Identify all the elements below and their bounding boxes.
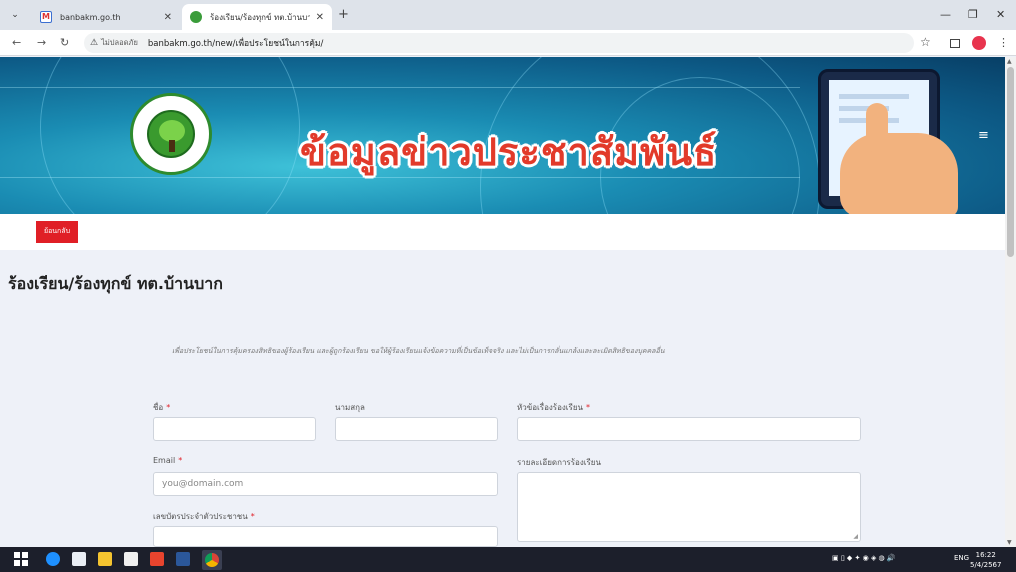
tab-banbakm[interactable]: M banbakm.go.th ✕	[32, 4, 180, 30]
last-name-label-text: นามสกุล	[335, 403, 365, 412]
side-panel-icon[interactable]	[950, 39, 960, 48]
clock[interactable]: 16:22 5/4/2567	[970, 550, 1001, 570]
subject-input[interactable]	[517, 417, 861, 441]
clock-date: 5/4/2567	[970, 561, 1002, 569]
details-textarea[interactable]: ◢	[517, 472, 861, 542]
finger-illustration	[866, 103, 888, 153]
back-button[interactable]: ย้อนกลับ	[36, 221, 78, 243]
store-icon[interactable]	[124, 552, 138, 566]
scroll-down-icon[interactable]: ▼	[1007, 539, 1012, 546]
url-text[interactable]: banbakm.go.th/new/เพื่อประโยชน์ในการคุ้ม…	[148, 36, 324, 50]
gmail-favicon-icon: M	[40, 11, 52, 23]
tab-title: banbakm.go.th	[60, 12, 121, 22]
mail-icon[interactable]	[72, 552, 86, 566]
hamburger-menu-icon[interactable]: ≡	[978, 128, 989, 143]
scroll-up-icon[interactable]: ▲	[1007, 58, 1012, 65]
intro-text: เพื่อประโยชน์ในการคุ้มครองสิทธิของผู้ร้อ…	[172, 347, 665, 355]
last-name-label: นามสกุล	[335, 401, 365, 414]
decor-line	[0, 87, 800, 88]
tab-search-icon[interactable]: ⌄	[8, 8, 22, 22]
id-card-label-text: เลขบัตรประจำตัวประชาชน	[153, 512, 248, 521]
required-mark: *	[178, 456, 183, 465]
details-label-text: รายละเอียดการร้องเรียน	[517, 458, 601, 467]
header-banner: ข้อมูลข่าวประชาสัมพันธ์ ≡	[0, 57, 1005, 214]
minimize-icon[interactable]: —	[940, 8, 951, 21]
scroll-thumb[interactable]	[1007, 67, 1014, 257]
municipality-seal-logo	[130, 93, 212, 175]
forward-arrow-icon[interactable]: →	[37, 36, 46, 49]
edge-icon[interactable]	[46, 552, 60, 566]
file-explorer-icon[interactable]	[98, 552, 112, 566]
page-title: ร้องเรียน/ร้องทุกข์ ทต.บ้านบาก	[8, 274, 223, 293]
windows-taskbar: ▣ ▯ ◆ ✦ ◉ ◈ ◍ 🔊 ENG 16:22 5/4/2567	[0, 547, 1016, 572]
action-strip	[0, 214, 1005, 250]
tray-icons[interactable]: ▣ ▯ ◆ ✦ ◉ ◈ ◍ 🔊	[832, 554, 896, 562]
required-mark: *	[166, 403, 171, 412]
id-card-label: เลขบัตรประจำตัวประชาชน *	[153, 510, 255, 523]
id-card-input[interactable]	[153, 526, 498, 547]
first-name-label: ชื่อ *	[153, 401, 170, 414]
clock-time: 16:22	[975, 551, 996, 559]
email-label-text: Email	[153, 456, 176, 465]
window-close-icon[interactable]: ✕	[996, 8, 1005, 21]
language-indicator[interactable]: ENG	[954, 554, 969, 562]
app-icon[interactable]	[150, 552, 164, 566]
site-favicon-icon	[190, 11, 202, 23]
tab-close-icon[interactable]: ✕	[316, 12, 324, 23]
new-tab-icon[interactable]: +	[338, 7, 349, 22]
profile-avatar[interactable]	[972, 36, 986, 50]
tab-complaint[interactable]: ร้องเรียน/ร้องทุกข์ ทต.บ้านบาก ✕	[182, 4, 332, 30]
bookmark-star-icon[interactable]: ☆	[920, 35, 931, 49]
browser-menu-icon[interactable]: ⋮	[998, 36, 1009, 49]
back-arrow-icon[interactable]: ←	[12, 36, 21, 49]
subject-label: หัวข้อเรื่องร้องเรียน *	[517, 401, 590, 414]
windows-start-icon[interactable]	[14, 552, 28, 566]
required-mark: *	[250, 512, 255, 521]
hand-illustration	[840, 133, 958, 214]
page-scrollbar[interactable]: ▲ ▼	[1005, 57, 1016, 547]
restore-icon[interactable]: ❐	[968, 8, 978, 21]
chrome-icon	[205, 553, 219, 567]
chrome-taskbar-button[interactable]	[202, 550, 222, 570]
reload-icon[interactable]: ↻	[60, 36, 69, 49]
tab-close-icon[interactable]: ✕	[164, 12, 172, 23]
browser-tab-bar: ⌄ M banbakm.go.th ✕ ร้องเรียน/ร้องทุกข์ …	[0, 0, 1016, 30]
email-label: Email *	[153, 456, 182, 465]
resize-grip-icon[interactable]: ◢	[853, 533, 858, 540]
last-name-input[interactable]	[335, 417, 498, 441]
url-field[interactable]: ⚠ ไม่ปลอดภัย banbakm.go.th/new/เพื่อประโ…	[84, 33, 914, 53]
email-placeholder: you@domain.com	[162, 479, 244, 489]
subject-label-text: หัวข้อเรื่องร้องเรียน	[517, 403, 583, 412]
word-icon[interactable]	[176, 552, 190, 566]
address-bar: ← → ↻ ⚠ ไม่ปลอดภัย banbakm.go.th/new/เพื…	[0, 30, 1016, 56]
warning-icon[interactable]: ⚠	[90, 38, 98, 48]
security-label[interactable]: ไม่ปลอดภัย	[101, 37, 138, 49]
first-name-input[interactable]	[153, 417, 316, 441]
first-name-label-text: ชื่อ	[153, 403, 164, 412]
tab-title: ร้องเรียน/ร้องทุกข์ ทต.บ้านบาก	[210, 12, 310, 22]
banner-headline: ข้อมูลข่าวประชาสัมพันธ์	[300, 129, 718, 174]
required-mark: *	[585, 403, 590, 412]
details-label: รายละเอียดการร้องเรียน	[517, 456, 601, 469]
email-input[interactable]: you@domain.com	[153, 472, 498, 496]
